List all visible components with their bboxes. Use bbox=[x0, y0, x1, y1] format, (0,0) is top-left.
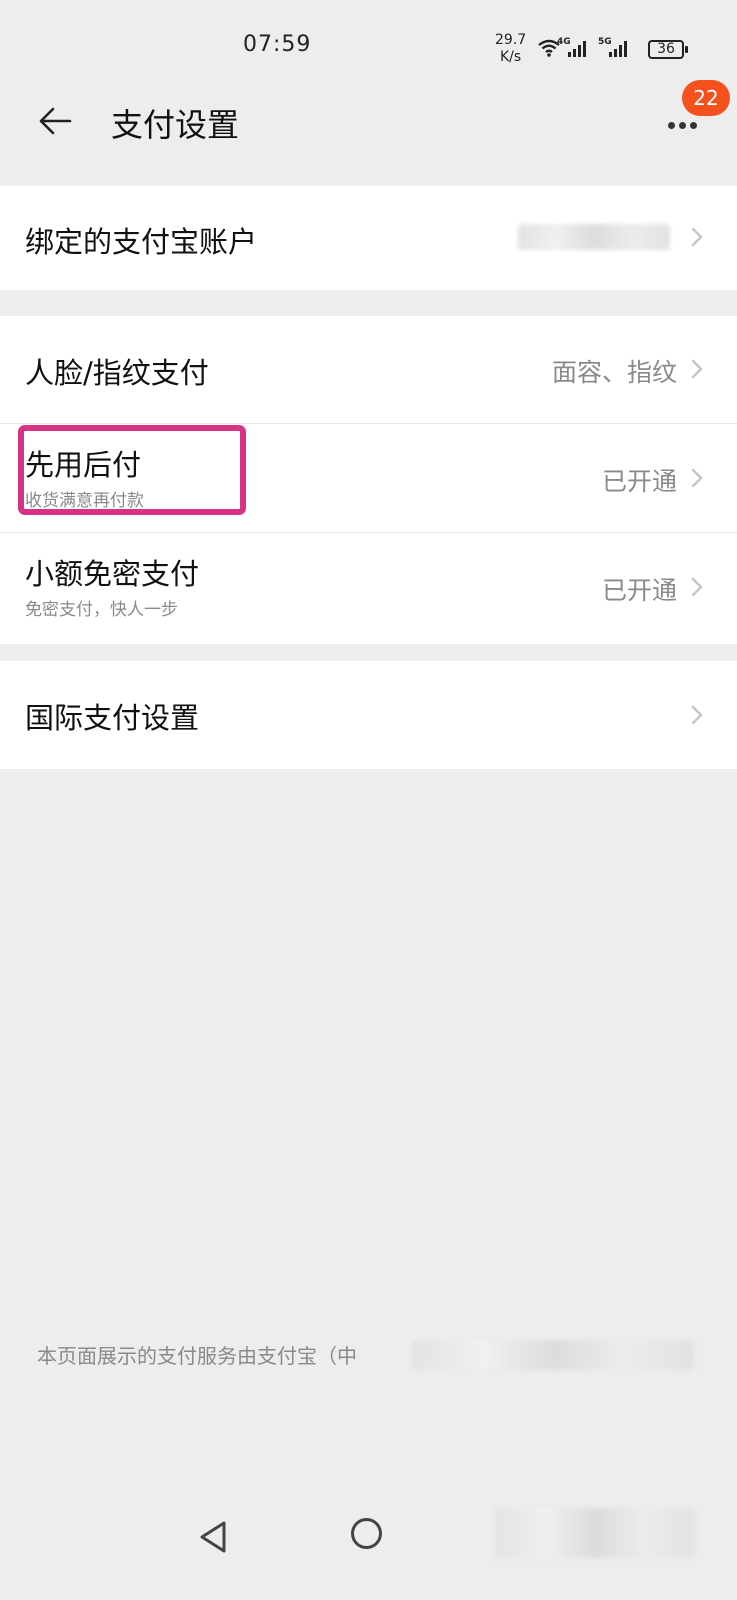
chevron-right-icon bbox=[691, 577, 703, 597]
highlight-annotation bbox=[18, 425, 246, 515]
status-time: 07:59 bbox=[243, 32, 312, 57]
system-nav-bar bbox=[0, 1496, 737, 1600]
redacted-nav-area bbox=[495, 1508, 695, 1558]
row-value: 已开通 bbox=[601, 467, 677, 496]
row-value: 已开通 bbox=[601, 576, 677, 605]
footer-note: 本页面展示的支付服务由支付宝（中 bbox=[37, 1344, 357, 1368]
bound-account-section: 绑定的支付宝账户 bbox=[0, 186, 737, 290]
chevron-right-icon bbox=[691, 359, 703, 379]
row-title: 绑定的支付宝账户 bbox=[25, 225, 258, 259]
bound-alipay-account-row[interactable]: 绑定的支付宝账户 bbox=[0, 186, 737, 290]
international-section: 国际支付设置 bbox=[0, 661, 737, 769]
small-amount-password-free-row[interactable]: 小额免密支付 免密支付，快人一步 已开通 bbox=[0, 533, 737, 644]
redacted-account-value bbox=[518, 224, 670, 250]
chevron-right-icon bbox=[691, 468, 703, 488]
notification-badge: 22 bbox=[682, 80, 730, 116]
page-title: 支付设置 bbox=[111, 106, 240, 144]
app-header: 支付设置 22 bbox=[0, 72, 737, 168]
more-icon[interactable] bbox=[668, 114, 701, 133]
chevron-right-icon bbox=[691, 227, 703, 247]
row-value: 面容、指纹 bbox=[551, 358, 677, 387]
redacted-footer-text bbox=[412, 1340, 694, 1370]
battery-level: 36 bbox=[657, 41, 675, 57]
chevron-right-icon bbox=[691, 705, 703, 725]
back-arrow-icon[interactable] bbox=[36, 102, 74, 140]
signal-icon bbox=[609, 41, 627, 57]
nav-home-icon[interactable] bbox=[351, 1518, 382, 1549]
signal-icon bbox=[568, 41, 586, 57]
row-subtitle: 免密支付，快人一步 bbox=[25, 600, 178, 620]
row-title: 人脸/指纹支付 bbox=[25, 356, 209, 390]
battery-icon: 36 bbox=[648, 40, 688, 59]
network-speed-unit: K/s bbox=[499, 49, 522, 65]
face-fingerprint-pay-row[interactable]: 人脸/指纹支付 面容、指纹 bbox=[0, 316, 737, 423]
nav-back-icon[interactable] bbox=[197, 1520, 229, 1554]
row-title: 国际支付设置 bbox=[25, 701, 200, 735]
international-pay-settings-row[interactable]: 国际支付设置 bbox=[0, 661, 737, 769]
status-bar: 07:59 29.7 K/s 4G 5G 36 bbox=[0, 0, 737, 72]
row-title: 小额免密支付 bbox=[25, 557, 200, 591]
network-speed-value: 29.7 bbox=[495, 32, 527, 48]
network-speed: 29.7 K/s bbox=[495, 32, 526, 66]
